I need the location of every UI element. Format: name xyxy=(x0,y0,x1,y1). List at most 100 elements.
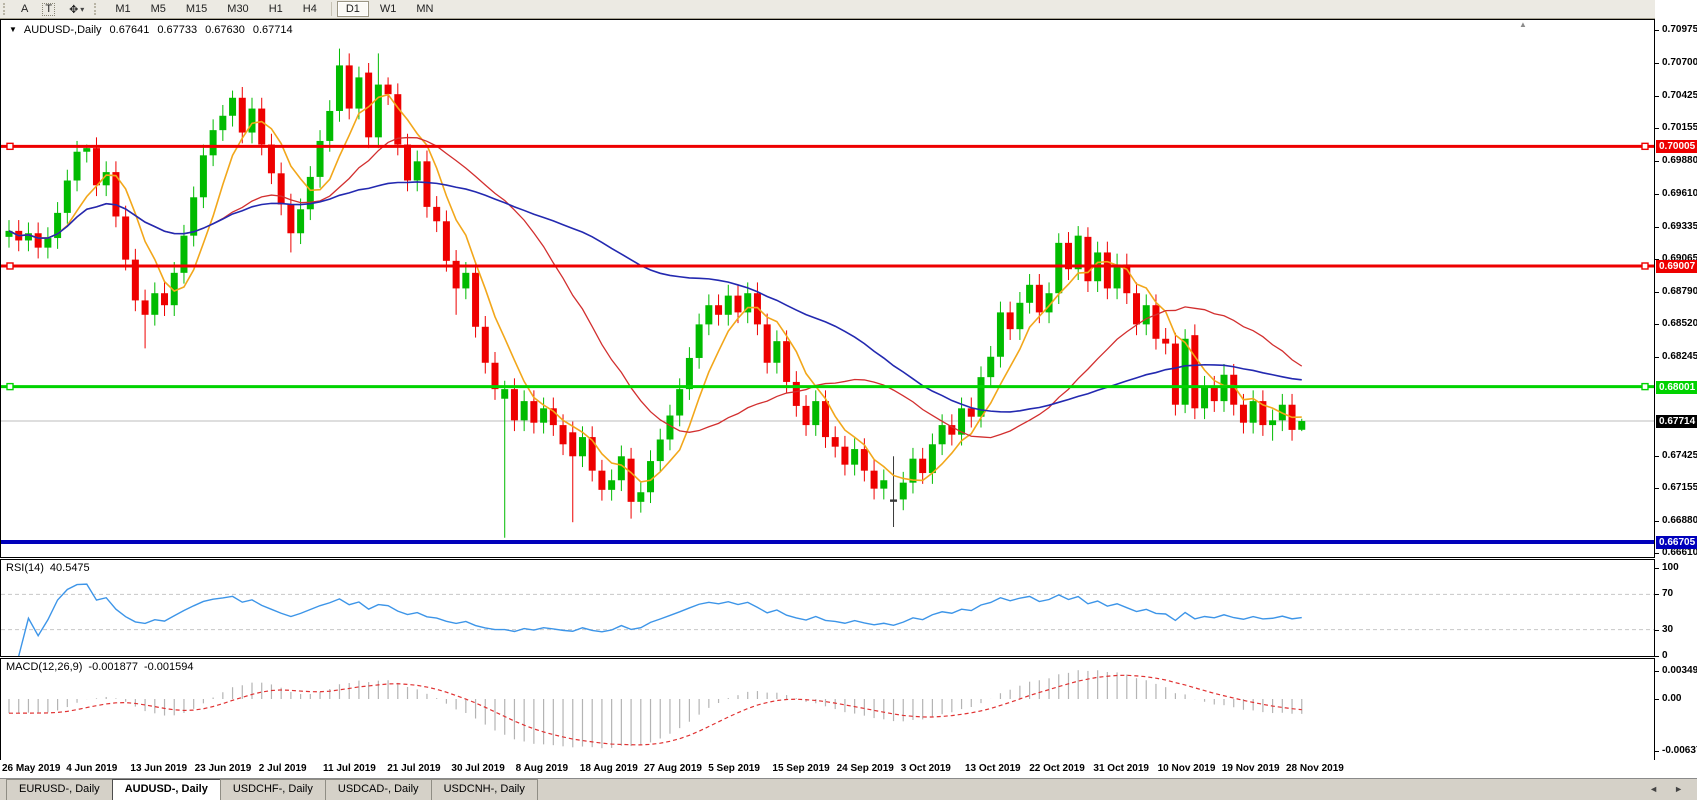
crosshair-cursor-tool-button[interactable]: ✥▾ xyxy=(63,2,90,17)
price-tick-label-tick-icon xyxy=(1655,488,1659,489)
price-tick-label: 0.66880 xyxy=(1662,515,1697,526)
timeframe-m5-button[interactable]: M5 xyxy=(142,1,175,17)
drawing-tool-group: AT✥▾ xyxy=(14,2,91,17)
date-label: 2 Jul 2019 xyxy=(259,763,307,774)
time-axis[interactable]: 26 May 20194 Jun 201913 Jun 201923 Jun 2… xyxy=(0,760,1655,778)
candle-body xyxy=(443,221,450,261)
tab-scroll-left-icon[interactable]: ◄ xyxy=(1649,784,1658,794)
level-handle-icon[interactable] xyxy=(7,384,13,390)
price-tick-label-tick-icon xyxy=(1655,30,1659,31)
candle-body xyxy=(219,116,226,130)
candle-body xyxy=(122,216,129,259)
rsi-scale-label-tick-icon xyxy=(1655,630,1659,631)
macd-plot[interactable] xyxy=(1,659,1654,760)
chart-shift-marker-icon[interactable]: ▲ xyxy=(1519,20,1527,29)
tab-eurusd-daily[interactable]: EURUSD-, Daily xyxy=(6,779,113,800)
candle-body xyxy=(764,324,771,362)
macd-name: MACD(12,26,9) xyxy=(6,661,82,673)
date-label: 15 Sep 2019 xyxy=(772,763,829,774)
crosshair-cursor-tool-dropdown-icon[interactable]: ▾ xyxy=(80,5,84,14)
timeframe-d1-button[interactable]: D1 xyxy=(337,1,369,17)
price-tick-label: 0.69610 xyxy=(1662,188,1697,199)
timeframe-group: M1M5M15M30H1H4 D1W1MN xyxy=(105,1,443,17)
candle-body xyxy=(968,408,975,416)
tab-usdchf-daily[interactable]: USDCHF-, Daily xyxy=(220,779,326,800)
candle-body xyxy=(598,471,605,490)
date-label: 26 May 2019 xyxy=(2,763,60,774)
timeframe-m15-button[interactable]: M15 xyxy=(177,1,216,17)
price-tick-label-tick-icon xyxy=(1655,357,1659,358)
level-price-badge: 0.69007 xyxy=(1656,260,1697,273)
ohlc-low: 0.67630 xyxy=(205,24,245,36)
candle-body xyxy=(74,152,81,181)
price-axis[interactable]: 0.709750.707000.704250.701550.698800.696… xyxy=(1655,0,1697,778)
candle-body xyxy=(987,357,994,377)
date-label: 4 Jun 2019 xyxy=(66,763,117,774)
date-label: 11 Jul 2019 xyxy=(323,763,376,774)
candle-body xyxy=(715,305,722,315)
candle-body xyxy=(1240,405,1247,423)
rsi-indicator-panel[interactable]: RSI(14) 40.5475 xyxy=(0,559,1655,657)
timeframe-m1-button[interactable]: M1 xyxy=(106,1,139,17)
level-handle-icon[interactable] xyxy=(1642,384,1648,390)
symbol-dropdown-icon[interactable]: ▼ xyxy=(9,25,17,37)
rsi-scale-label: 30 xyxy=(1662,624,1673,635)
candle-body xyxy=(1026,285,1033,303)
candle-body xyxy=(608,480,615,490)
level-handle-icon[interactable] xyxy=(1642,143,1648,149)
candle-body xyxy=(394,94,401,144)
timeframe-m30-button[interactable]: M30 xyxy=(218,1,257,17)
candle-body xyxy=(647,461,654,492)
timeframe-h1-button[interactable]: H1 xyxy=(260,1,292,17)
price-tick-label: 0.70700 xyxy=(1662,57,1697,68)
tab-usdcad-daily[interactable]: USDCAD-, Daily xyxy=(325,779,432,800)
macd-scale-label: 0.00 xyxy=(1662,693,1681,704)
arrow-pointer-tool-button[interactable]: A xyxy=(15,2,34,16)
timeframe-mn-button[interactable]: MN xyxy=(407,1,442,17)
timeframe-h4-button[interactable]: H4 xyxy=(294,1,326,17)
tab-usdcnh-daily[interactable]: USDCNH-, Daily xyxy=(431,779,538,800)
date-label: 19 Nov 2019 xyxy=(1222,763,1280,774)
candle-body xyxy=(919,459,926,473)
timeframe-grip-icon[interactable] xyxy=(94,3,101,15)
candle-body xyxy=(705,305,712,324)
level-handle-icon[interactable] xyxy=(7,143,13,149)
toolbar-grip-icon[interactable] xyxy=(3,3,10,15)
candle-body xyxy=(1016,303,1023,329)
candle-body xyxy=(861,449,868,471)
price-tick-label: 0.67155 xyxy=(1662,482,1697,493)
candle-body xyxy=(511,389,518,420)
price-tick-label-tick-icon xyxy=(1655,161,1659,162)
level-price-badge: 0.68001 xyxy=(1656,381,1697,394)
candle-body xyxy=(579,437,586,456)
candle-body xyxy=(900,483,907,500)
macd-main-value: -0.001877 xyxy=(88,661,138,673)
candle-body xyxy=(151,293,158,315)
price-tick-label-tick-icon xyxy=(1655,521,1659,522)
price-chart-panel[interactable]: ▼ AUDUSD-,Daily 0.67641 0.67733 0.67630 … xyxy=(0,19,1655,558)
candle-body xyxy=(686,358,693,389)
candle-body xyxy=(210,130,217,155)
rsi-plot[interactable] xyxy=(1,560,1654,656)
level-handle-icon[interactable] xyxy=(7,263,13,269)
macd-signal-value: -0.001594 xyxy=(144,661,194,673)
candle-body xyxy=(754,293,761,324)
candle-body xyxy=(803,406,810,425)
level-handle-icon[interactable] xyxy=(1642,263,1648,269)
toolbar: AT✥▾ M1M5M15M30H1H4 D1W1MN xyxy=(0,0,1697,19)
timeframe-w1-button[interactable]: W1 xyxy=(371,1,406,17)
candle-body xyxy=(83,148,90,152)
date-label: 28 Nov 2019 xyxy=(1286,763,1344,774)
tab-audusd-daily[interactable]: AUDUSD-, Daily xyxy=(112,779,221,800)
candle-body xyxy=(997,312,1004,356)
text-label-tool-button[interactable]: T xyxy=(36,2,61,17)
candlestick-plot[interactable] xyxy=(1,20,1654,557)
candle-body xyxy=(822,401,829,437)
tab-scroll-right-icon[interactable]: ► xyxy=(1674,784,1683,794)
price-tick-label-tick-icon xyxy=(1655,63,1659,64)
macd-indicator-panel[interactable]: MACD(12,26,9) -0.001877 -0.001594 xyxy=(0,658,1655,761)
date-label: 24 Sep 2019 xyxy=(837,763,894,774)
candle-body xyxy=(1143,305,1150,324)
date-label: 27 Aug 2019 xyxy=(644,763,702,774)
date-label: 31 Oct 2019 xyxy=(1093,763,1149,774)
